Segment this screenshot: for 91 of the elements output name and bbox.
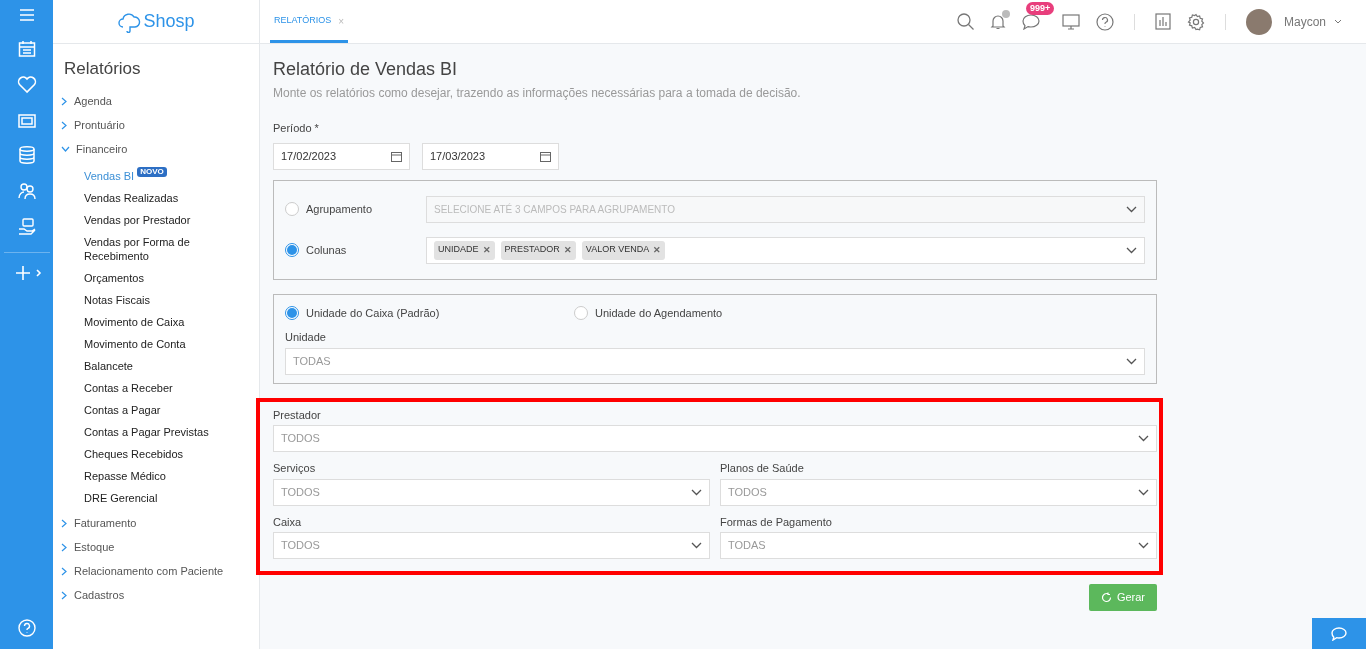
sidebar-group[interactable]: Financeiro <box>53 137 259 162</box>
sidebar-item[interactable]: Cheques Recebidos <box>84 446 184 461</box>
page-subtitle: Monte os relatórios como desejar, trazendo as informações necessárias para a tomada de decisão. <box>273 85 802 102</box>
sidebar-item[interactable]: DRE Gerencial <box>84 490 158 505</box>
sidebar-item[interactable]: Vendas por Forma de Recebimento <box>84 234 219 263</box>
user-name[interactable]: Maycon <box>1283 12 1326 31</box>
field-label: Formas de Pagamento <box>720 514 833 530</box>
chevron-down-icon <box>1126 246 1137 254</box>
calendar-icon[interactable] <box>540 150 551 162</box>
sidebar-item[interactable]: Contas a Receber <box>84 380 173 395</box>
sidebar-item[interactable]: Notas Fiscais <box>84 292 151 307</box>
sidebar-item[interactable]: Orçamentos <box>84 270 144 285</box>
field-label: Período * <box>273 121 320 136</box>
sidebar-item[interactable]: Vendas BI <box>84 168 135 183</box>
people-icon[interactable] <box>17 182 36 200</box>
sidebar-item[interactable]: Repasse Médico <box>84 468 166 483</box>
sidebar-item[interactable]: Contas a Pagar <box>84 402 161 417</box>
avatar[interactable] <box>1245 8 1272 35</box>
chevron-down-icon <box>1138 488 1149 496</box>
tag: UNIDADE ✕ <box>434 240 495 260</box>
cash-icon[interactable] <box>17 114 36 128</box>
heart-icon[interactable] <box>16 76 37 94</box>
chevron-right-icon <box>61 97 68 106</box>
date-field[interactable]: 17/03/2023 <box>422 142 559 170</box>
hand-chat-icon[interactable] <box>17 218 36 236</box>
logo-icon <box>117 10 142 33</box>
radio-option[interactable]: Agrupamento <box>285 200 426 218</box>
monitor-icon[interactable] <box>1061 13 1080 30</box>
remove-tag-button[interactable]: ✕ <box>482 245 491 255</box>
chat-icon <box>1331 626 1347 641</box>
logo-text: Shosp <box>143 10 195 33</box>
sidebar-group[interactable]: Cadastros <box>53 583 259 608</box>
bar-chart-icon[interactable] <box>1154 13 1171 30</box>
remove-tag-button[interactable]: ✕ <box>563 245 572 255</box>
chevron-right-icon <box>61 121 68 130</box>
chevron-right-icon <box>61 519 68 528</box>
new-badge: NOVO <box>137 166 167 177</box>
menu-icon[interactable] <box>18 8 35 22</box>
database-icon[interactable] <box>18 146 35 164</box>
sidebar-item[interactable]: Contas a Pagar Previstas <box>84 424 209 439</box>
chevron-down-icon <box>691 542 702 549</box>
field-label: Unidade <box>285 330 327 345</box>
sidebar-item[interactable]: Vendas por Prestador <box>84 212 191 227</box>
remove-tag-button[interactable]: ✕ <box>653 245 662 255</box>
help-icon[interactable] <box>1095 12 1114 31</box>
field-label: Serviços <box>273 461 317 476</box>
sidebar-title: Relatórios <box>64 58 142 80</box>
tag: VALOR VENDA ✕ <box>581 240 666 260</box>
chevron-down-icon <box>691 488 702 496</box>
page-title: Relatório de Vendas BI <box>273 58 459 80</box>
sidebar-item[interactable]: Movimento de Conta <box>84 336 186 351</box>
radio-option[interactable]: Colunas <box>285 241 426 259</box>
chevron-down-icon <box>1138 435 1149 442</box>
field-label: Caixa <box>273 514 303 530</box>
message-count-badge: 999+ <box>1025 2 1055 15</box>
refresh-icon <box>1100 592 1112 603</box>
field-label: Planos de Saúde <box>720 461 805 476</box>
calendar-icon[interactable] <box>391 150 402 162</box>
bell-icon[interactable] <box>989 13 1006 30</box>
radio-button[interactable] <box>285 202 299 216</box>
date-field[interactable]: 17/02/2023 <box>273 142 410 170</box>
radio-option[interactable]: Unidade do Caixa (Padrão) <box>285 304 574 321</box>
chevron-down-icon <box>61 146 70 153</box>
chat-icon[interactable] <box>1021 13 1040 30</box>
radio-button[interactable] <box>285 243 299 257</box>
chevron-down-icon[interactable] <box>1334 19 1342 24</box>
sidebar-group[interactable]: Estoque <box>53 535 259 560</box>
sidebar-item[interactable]: Vendas Realizadas <box>84 190 179 205</box>
tag: PRESTADOR ✕ <box>500 240 576 260</box>
sidebar-group[interactable]: Prontuário <box>53 113 259 138</box>
chevron-right-icon <box>61 543 68 552</box>
sidebar-group[interactable]: Faturamento <box>53 511 259 536</box>
sidebar-item[interactable]: Movimento de Caixa <box>84 314 185 329</box>
chevron-right-icon <box>61 567 68 576</box>
settings-icon[interactable] <box>1186 12 1205 31</box>
search-icon[interactable] <box>956 13 974 30</box>
multi-select[interactable]: UNIDADE ✕ PRESTADOR ✕ VALOR VENDA ✕ <box>426 236 1145 264</box>
chevron-right-icon <box>61 591 68 600</box>
chevron-down-icon <box>1138 542 1149 549</box>
chat-button[interactable] <box>1312 618 1366 649</box>
sidebar-group[interactable]: Relacionamento com Paciente <box>53 559 259 584</box>
sidebar-item[interactable]: Balancete <box>84 358 133 373</box>
add-menu-icon[interactable] <box>14 265 43 281</box>
radio-button[interactable] <box>574 305 588 320</box>
radio-button[interactable] <box>285 305 299 320</box>
field-label: Prestador <box>273 407 322 423</box>
chevron-down-icon <box>1126 205 1137 213</box>
chevron-down-icon <box>1126 357 1137 365</box>
calendar-icon[interactable] <box>17 40 36 58</box>
radio-option[interactable]: Unidade do Agendamento <box>574 304 723 321</box>
sidebar-group[interactable]: Agenda <box>53 89 259 114</box>
